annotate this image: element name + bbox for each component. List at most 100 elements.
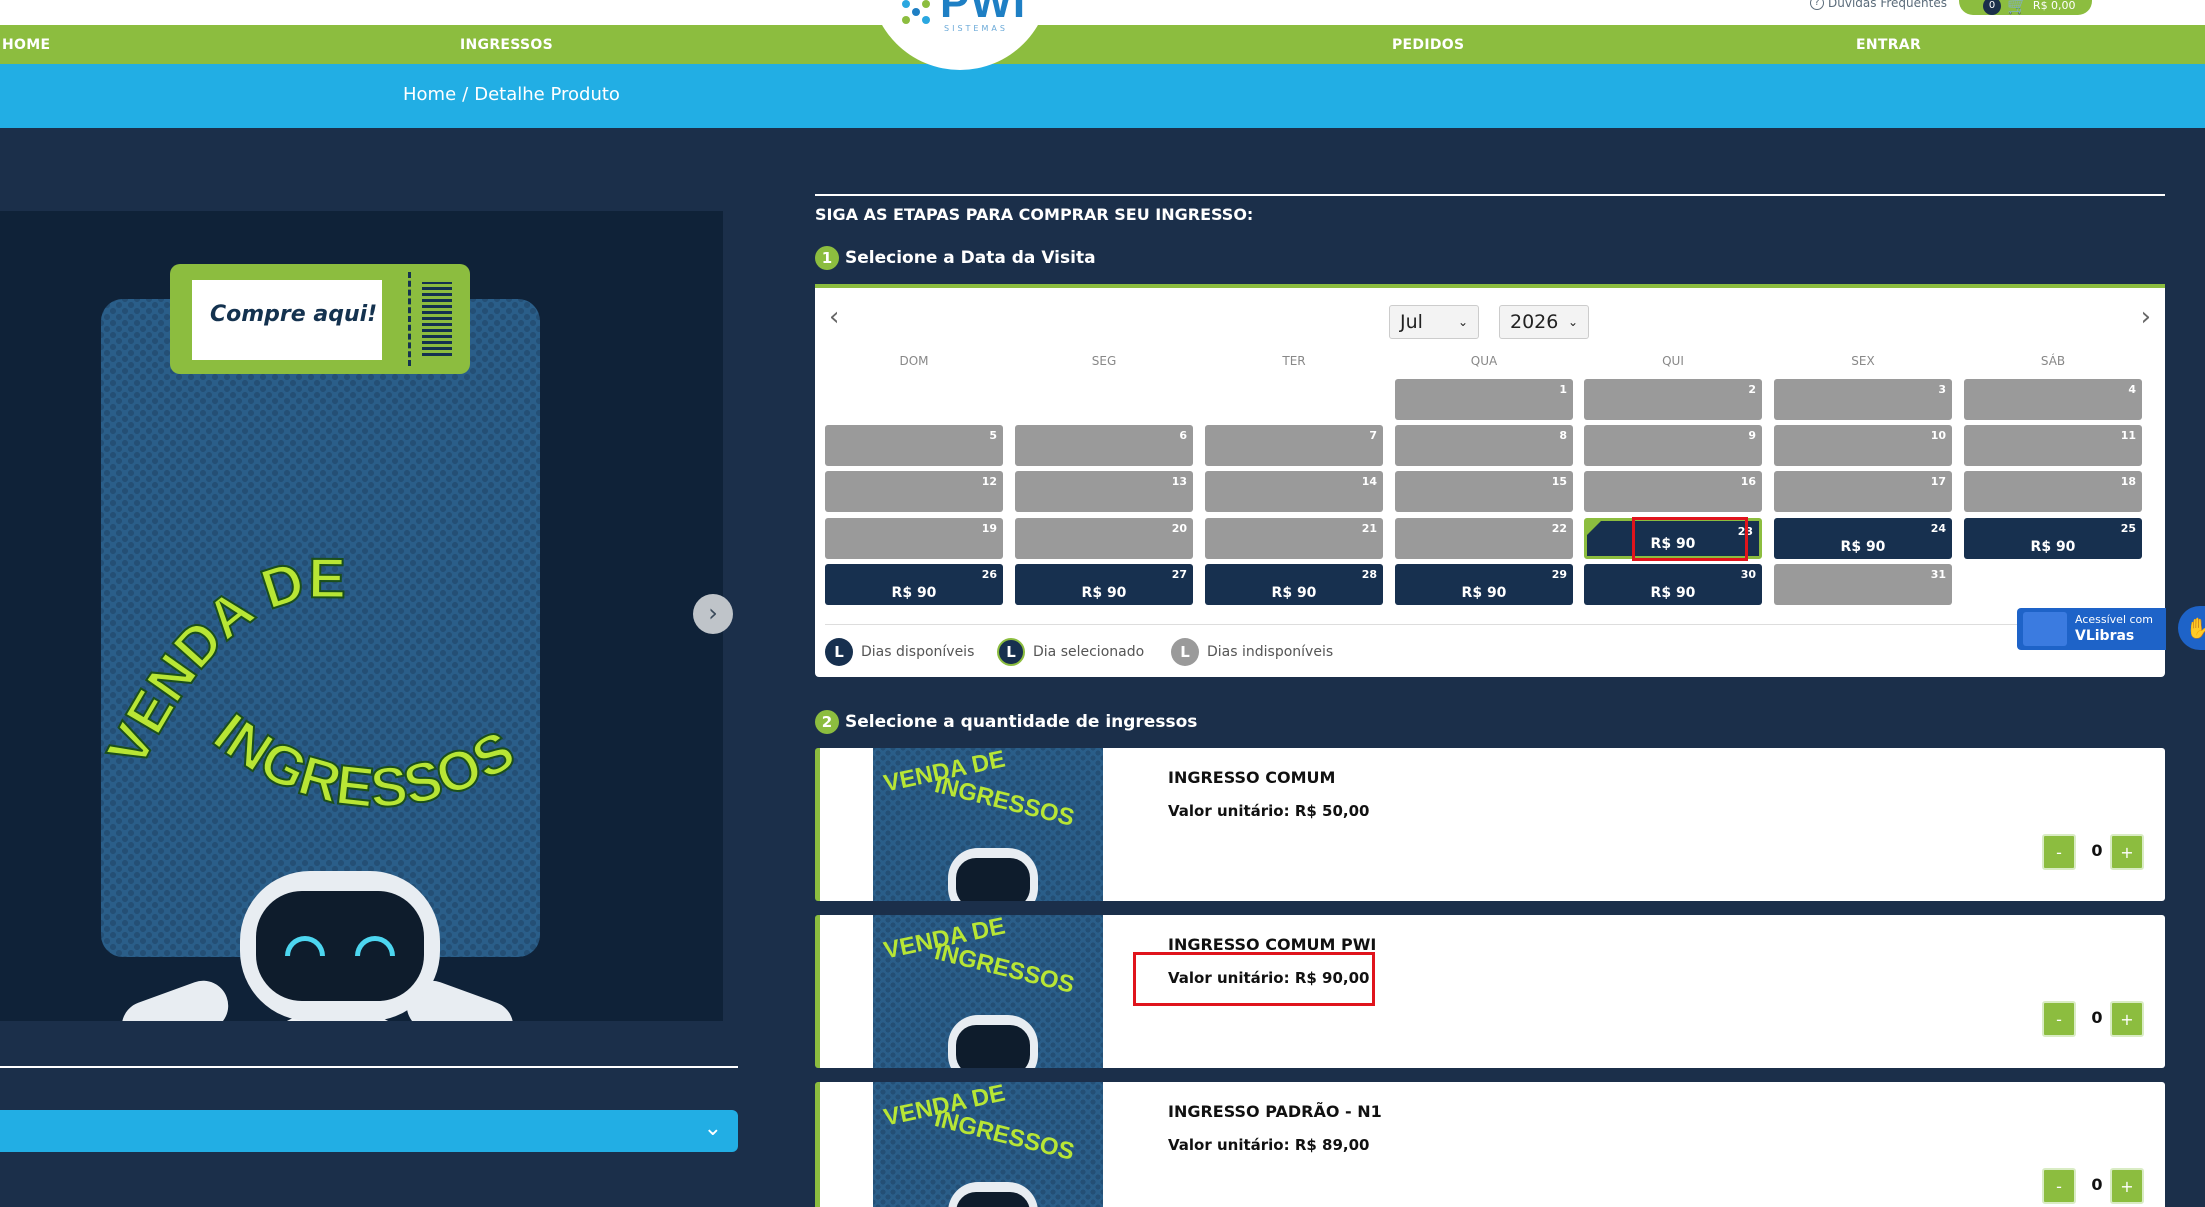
calendar-day-14: 14 [1205, 471, 1383, 512]
weekday-header: TER [1282, 354, 1306, 368]
breadcrumb-home[interactable]: Home [403, 84, 456, 105]
nav-ingressos[interactable]: INGRESSOS [460, 37, 553, 53]
faq-label: Dúvidas Frequentes [1828, 0, 1947, 10]
day-number: 24 [1930, 522, 1946, 535]
day-price: R$ 90 [891, 585, 937, 601]
steps-title: SIGA AS ETAPAS PARA COMPRAR SEU INGRESSO… [815, 205, 1254, 224]
day-number: 14 [1361, 475, 1377, 488]
calendar-day-9: 9 [1584, 425, 1762, 466]
day-number: 22 [1551, 522, 1567, 535]
qty-plus-button[interactable]: + [2110, 1001, 2144, 1037]
day-price: R$ 90 [1081, 585, 1127, 601]
calendar-day-2: 2 [1584, 379, 1762, 420]
year-select[interactable]: 2026 ⌄ [1499, 305, 1589, 339]
product-image: Compre aqui! VENDA DE INGRESSOS [0, 211, 723, 1021]
day-number: 15 [1551, 475, 1567, 488]
selected-corner-marker [1587, 521, 1601, 535]
product-details-accordion[interactable]: ⌄ [0, 1110, 738, 1152]
calendar-day-15: 15 [1395, 471, 1573, 512]
calendar-day-24[interactable]: 24 R$ 90 [1774, 518, 1952, 559]
highlight-selected-price [1632, 517, 1748, 561]
day-number: 7 [1369, 429, 1377, 442]
thumb-line-2: INGRESSOS [931, 771, 1077, 832]
calendar-day-26[interactable]: 26 R$ 90 [825, 564, 1003, 605]
day-price: R$ 90 [1650, 585, 1696, 601]
logo-subtext: SISTEMAS [944, 24, 1008, 33]
day-price: R$ 90 [1461, 585, 1507, 601]
step-1-number: 1 [815, 246, 839, 270]
calendar-divider [825, 624, 2155, 625]
carousel-next-button[interactable]: › [693, 594, 733, 634]
legend-available: L Dias disponíveis [825, 638, 974, 666]
qty-plus-button[interactable]: + [2110, 834, 2144, 870]
ticket-row: VENDA DE INGRESSOS INGRESSO COMUM Valor uni… [815, 748, 2165, 901]
day-price: R$ 90 [1840, 539, 1886, 555]
breadcrumb-bar [0, 64, 2205, 128]
vlibras-avatar-icon [2023, 612, 2067, 646]
calendar-day-25[interactable]: 25 R$ 90 [1964, 518, 2142, 559]
cart-total: R$ 0,00 [2032, 0, 2076, 12]
accessibility-hand-icon[interactable]: ✋ [2178, 606, 2205, 650]
day-number: 25 [2120, 522, 2136, 535]
step-2-number: 2 [815, 710, 839, 734]
art-line-2: INGRESSOS [202, 700, 526, 820]
legend-unavailable-label: Dias indisponíveis [1207, 644, 1334, 660]
calendar-day-6: 6 [1015, 425, 1193, 466]
divider-right [815, 194, 2165, 196]
weekday-header: SEG [1091, 354, 1117, 368]
cart-count: 0 [1983, 0, 2001, 15]
qty-plus-button[interactable]: + [2110, 1168, 2144, 1204]
calendar-day-13: 13 [1015, 471, 1193, 512]
legend-available-badge: L [825, 638, 853, 666]
month-select[interactable]: Jul ⌄ [1389, 305, 1479, 339]
vlibras-widget[interactable]: Acessível com VLibras [2017, 608, 2166, 650]
qty-minus-button[interactable]: - [2042, 834, 2076, 870]
nav-pedidos[interactable]: PEDIDOS [1392, 37, 1464, 53]
breadcrumb: Home / Detalhe Produto [403, 84, 620, 105]
ticket-name: INGRESSO COMUM [1168, 768, 1336, 787]
day-number: 3 [1938, 383, 1946, 396]
day-price: R$ 90 [2030, 539, 2076, 555]
calendar-day-8: 8 [1395, 425, 1573, 466]
day-number: 30 [1740, 568, 1756, 581]
qty-minus-button[interactable]: - [2042, 1168, 2076, 1204]
breadcrumb-current: Detalhe Produto [474, 84, 620, 105]
day-number: 26 [981, 568, 997, 581]
legend-selected: L Dia selecionado [997, 638, 1144, 666]
thumb-line-2: INGRESSOS [931, 1105, 1077, 1166]
prev-month-arrow-icon[interactable]: ‹ [829, 302, 839, 332]
weekday-header: QUI [1662, 354, 1684, 368]
nav-entrar[interactable]: ENTRAR [1856, 37, 1921, 53]
step-1-heading: 1 Selecione a Data da Visita [815, 246, 1096, 270]
nav-home[interactable]: HOME [2, 37, 50, 53]
help-icon: ? [1810, 0, 1824, 10]
date-calendar: ‹ › Jul ⌄ 2026 ⌄ DOM SEG TER QUA QUI SEX SÁB 1… [815, 284, 2165, 677]
day-price: R$ 90 [1271, 585, 1317, 601]
robot-arm-left [114, 973, 236, 1021]
cart-button[interactable]: 0 🛒 R$ 0,00 [1959, 0, 2092, 15]
faq-link[interactable]: ? Dúvidas Frequentes [1810, 0, 1947, 10]
divider-left [0, 1066, 738, 1068]
day-number: 2 [1748, 383, 1756, 396]
ticket-thumbnail: VENDA DE INGRESSOS [873, 1082, 1103, 1207]
highlight-ticket-price [1133, 952, 1375, 1006]
day-number: 11 [2120, 429, 2136, 442]
calendar-day-27[interactable]: 27 R$ 90 [1015, 564, 1193, 605]
breadcrumb-separator: / [462, 84, 469, 105]
month-value: Jul [1400, 311, 1423, 333]
calendar-day-28[interactable]: 28 R$ 90 [1205, 564, 1383, 605]
qty-minus-button[interactable]: - [2042, 1001, 2076, 1037]
next-month-arrow-icon[interactable]: › [2141, 302, 2151, 332]
legend-unavailable: L Dias indisponíveis [1171, 638, 1333, 666]
weekday-header: DOM [899, 354, 929, 368]
calendar-day-30[interactable]: 30 R$ 90 [1584, 564, 1762, 605]
calendar-day-1: 1 [1395, 379, 1573, 420]
day-number: 8 [1559, 429, 1567, 442]
qty-value: 0 [2091, 841, 2103, 860]
day-number: 4 [2128, 383, 2136, 396]
day-number: 10 [1930, 429, 1946, 442]
calendar-day-29[interactable]: 29 R$ 90 [1395, 564, 1573, 605]
calendar-day-3: 3 [1774, 379, 1952, 420]
thumb-line-2: INGRESSOS [931, 938, 1077, 999]
day-number: 16 [1740, 475, 1756, 488]
